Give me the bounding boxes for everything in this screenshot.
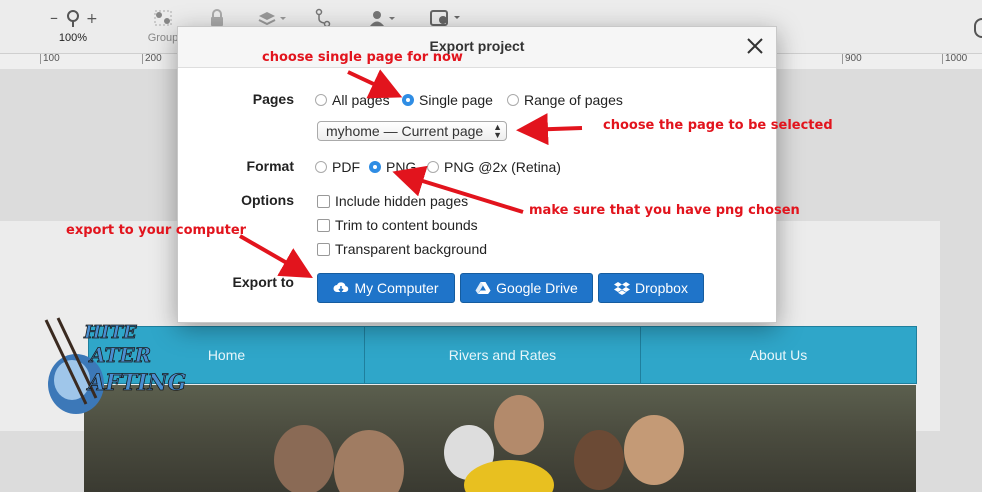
radio-dot <box>507 94 519 106</box>
radio-range-of-pages[interactable]: Range of pages <box>507 92 623 108</box>
ruler-tick: 900 <box>842 54 862 64</box>
export-dialog: Export project Pages All pages Single pa… <box>177 26 777 323</box>
annotation-export: export to your computer <box>66 223 247 238</box>
ruler-tick: 200 <box>142 54 162 64</box>
checkbox-include-hidden-pages[interactable]: Include hidden pages <box>317 193 468 209</box>
radio-dot <box>315 161 327 173</box>
svg-text:AFTING: AFTING <box>86 370 186 396</box>
checkbox-label: Transparent background <box>335 241 488 257</box>
radio-label: All pages <box>332 92 390 108</box>
annotation-single-page: choose single page for now <box>262 50 463 65</box>
dropbox-icon <box>614 281 631 295</box>
annotation-page-select: choose the page to be selected <box>603 118 833 133</box>
annotation-png: make sure that you have png chosen <box>529 203 800 218</box>
button-label: Dropbox <box>635 280 688 296</box>
checkbox-label: Trim to content bounds <box>335 217 478 233</box>
checkbox-trim-to-content-bounds[interactable]: Trim to content bounds <box>317 217 478 233</box>
zoom-control[interactable]: – + 100% <box>48 6 98 44</box>
close-icon[interactable] <box>744 35 766 57</box>
hero-photo <box>84 385 916 492</box>
radio-single-page[interactable]: Single page <box>402 92 493 108</box>
site-navbar: Home Rivers and Rates About Us <box>88 326 917 384</box>
page-select[interactable]: myhome — Current page ▲ ▼ <box>317 121 507 141</box>
ruler-tick: 100 <box>40 54 60 64</box>
radio-label: PNG <box>386 159 417 175</box>
ruler-tick: 1000 <box>942 54 967 64</box>
radio-dot <box>315 94 327 106</box>
svg-text:–: – <box>50 8 58 27</box>
checkbox-box <box>317 218 330 232</box>
radio-all-pages[interactable]: All pages <box>315 92 390 108</box>
google-drive-icon <box>475 281 491 295</box>
checkbox-label: Include hidden pages <box>335 193 469 209</box>
radio-dot <box>427 161 439 173</box>
svg-text:HITE: HITE <box>83 322 137 343</box>
select-arrows-icon: ▲ ▼ <box>493 122 502 140</box>
format-label: Format <box>246 158 294 174</box>
zoom-level: 100% <box>58 32 88 44</box>
pages-label: Pages <box>252 91 294 107</box>
page-select-value: myhome — Current page <box>326 123 484 139</box>
my-computer-button[interactable]: My Computer <box>317 273 455 303</box>
checkbox-box <box>317 194 330 208</box>
radio-dot-selected <box>402 94 414 106</box>
nav-about-us[interactable]: About Us <box>641 327 916 383</box>
nav-rivers-and-rates[interactable]: Rivers and Rates <box>365 327 641 383</box>
dropbox-button[interactable]: Dropbox <box>598 273 704 303</box>
radio-label: PNG @2x (Retina) <box>444 159 561 175</box>
radio-label: PDF <box>332 159 360 175</box>
radio-png[interactable]: PNG <box>369 159 416 175</box>
options-label: Options <box>241 192 294 208</box>
google-drive-button[interactable]: Google Drive <box>460 273 593 303</box>
panel-toggle-icon[interactable] <box>974 18 982 38</box>
svg-text:ATER: ATER <box>88 343 151 367</box>
cloud-download-icon <box>333 281 349 295</box>
radio-label: Range of pages <box>524 92 623 108</box>
export-to-label: Export to <box>232 274 294 290</box>
button-label: Google Drive <box>496 280 578 296</box>
radio-pdf[interactable]: PDF <box>315 159 360 175</box>
button-label: My Computer <box>354 280 439 296</box>
zoom-icon: – + <box>48 6 98 30</box>
radio-dot-selected <box>369 161 381 173</box>
checkbox-transparent-background[interactable]: Transparent background <box>317 241 487 257</box>
radio-label: Single page <box>419 92 493 108</box>
site-logo: HITE ATER AFTING <box>36 314 208 420</box>
checkbox-box <box>317 242 330 256</box>
svg-text:+: + <box>86 11 98 27</box>
radio-png-2x[interactable]: PNG @2x (Retina) <box>427 159 561 175</box>
